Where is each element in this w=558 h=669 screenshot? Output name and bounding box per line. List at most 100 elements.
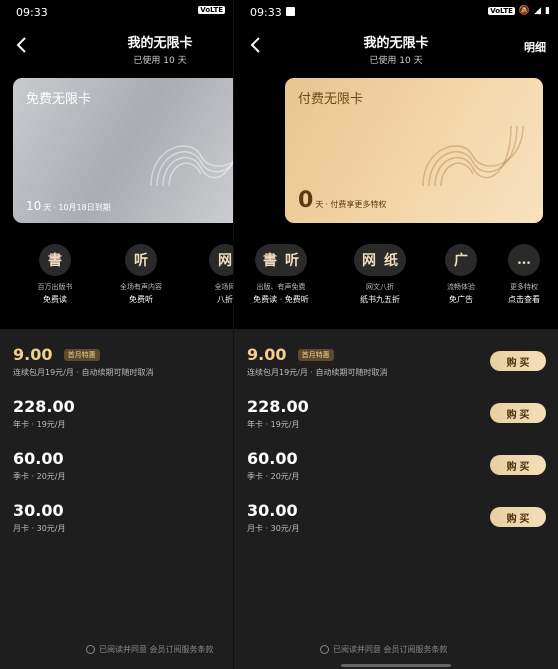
paper-icon: 纸 <box>384 253 398 269</box>
plan-price: 228.00 <box>13 397 75 416</box>
title-block: 我的无限卡 已使用 10 天 <box>296 32 496 66</box>
listen-icon: 听 <box>125 244 157 276</box>
back-button[interactable] <box>12 36 30 54</box>
plans-panel: 9.00 首月特惠 连续包月19元/月 · 自动续期可随时取消 228.00 年… <box>0 329 233 669</box>
page-subtitle: 已使用 10 天 <box>369 56 423 66</box>
plan-item[interactable]: 60.00 季卡 · 20元/月 <box>13 449 221 501</box>
plan-item[interactable]: 228.00 年卡 · 19元/月 购 买 <box>247 397 546 449</box>
book-listen-icon: 書 听 <box>255 244 307 276</box>
benefit-line2: 免费读 <box>43 295 67 304</box>
ad-icon: 广 <box>445 244 477 276</box>
plan-item[interactable]: 9.00 首月特惠 连续包月19元/月 · 自动续期可随时取消 购 买 <box>247 345 546 397</box>
card-days: 0 <box>298 188 314 213</box>
agreement[interactable]: 已阅读并同意 会员订阅服务条款 <box>320 644 448 655</box>
benefits-row: 書 百万出版书 免费读 听 全场有声内容 免费听 网 全场网 八折 <box>0 244 233 314</box>
status-icons: VoLTE <box>198 6 225 14</box>
plan-item[interactable]: 228.00 年卡 · 19元/月 <box>13 397 221 449</box>
plan-desc: 连续包月19元/月 · 自动续期可随时取消 <box>13 368 154 377</box>
plan-badge: 首月特惠 <box>297 349 334 361</box>
card-name: 付费无限卡 <box>298 92 364 107</box>
benefit-line1: 出版、有声免费 <box>256 283 306 291</box>
benefit-line1: 百万出版书 <box>37 283 73 291</box>
plan-price: 9.00 <box>247 345 287 364</box>
agreement-text: 已阅读并同意 会员订阅服务条款 <box>333 645 448 654</box>
benefit-line1: 更多特权 <box>510 283 538 291</box>
plan-price: 30.00 <box>13 501 64 520</box>
agreement-text: 已阅读并同意 会员订阅服务条款 <box>99 645 214 654</box>
plan-item[interactable]: 30.00 月卡 · 30元/月 <box>13 501 221 553</box>
chevron-left-icon <box>250 37 260 53</box>
benefit-item[interactable]: 广 流畅体验 免广告 <box>426 244 496 305</box>
paid-card[interactable]: 付费无限卡 0 天 · 付费享更多特权 <box>285 78 543 223</box>
page-title: 我的无限卡 <box>363 36 429 51</box>
benefit-line1: 全场有声内容 <box>120 283 162 291</box>
title-block: 我的无限卡 已使用 10 天 <box>60 32 233 66</box>
page-subtitle: 已使用 10 天 <box>133 56 187 66</box>
web-icon: 网 <box>209 244 233 276</box>
back-button[interactable] <box>246 36 264 54</box>
plan-item[interactable]: 9.00 首月特惠 连续包月19元/月 · 自动续期可随时取消 <box>13 345 221 397</box>
benefit-item[interactable]: 网 纸 网文八折 纸书九五折 <box>344 244 416 305</box>
plan-desc: 年卡 · 19元/月 <box>13 420 66 429</box>
card-name: 免费无限卡 <box>26 92 92 107</box>
free-card[interactable]: 免费无限卡 10 天 · 10月18日到期 <box>13 78 233 223</box>
left-screen: 09:33 VoLTE 我的无限卡 已使用 10 天 免费无限卡 10 天 · … <box>0 0 233 669</box>
header-area: 09:33 VoLTE 我的无限卡 已使用 10 天 免费无限卡 10 天 · … <box>0 0 233 329</box>
benefits-row: 書 听 出版、有声免费 免费读 · 免费听 网 纸 网文八折 纸书九五折 广 流… <box>234 244 558 314</box>
listen-icon: 听 <box>285 253 299 269</box>
plan-list: 9.00 首月特惠 连续包月19元/月 · 自动续期可随时取消 228.00 年… <box>13 345 221 553</box>
benefit-line1: 网文八折 <box>366 283 394 291</box>
plan-price: 60.00 <box>13 449 64 468</box>
plan-item[interactable]: 60.00 季卡 · 20元/月 购 买 <box>247 449 546 501</box>
book-icon: 書 <box>263 253 277 269</box>
plan-badge: 首月特惠 <box>63 349 100 361</box>
benefit-item[interactable]: … 更多特权 点击查看 <box>489 244 558 305</box>
checkbox-icon[interactable] <box>86 645 95 654</box>
buy-button[interactable]: 购 买 <box>490 507 546 527</box>
benefit-line1: 全场网 <box>214 283 234 291</box>
plan-price: 228.00 <box>247 397 309 416</box>
benefit-line1: 流畅体验 <box>447 283 475 291</box>
book-icon: 書 <box>39 244 71 276</box>
volte-icon: VoLTE <box>198 6 225 14</box>
card-footer: 0 天 · 付费享更多特权 <box>298 188 386 213</box>
home-indicator[interactable] <box>341 664 451 667</box>
plan-price: 9.00 <box>13 345 53 364</box>
card-logo-icon <box>422 125 524 187</box>
benefit-line2: 纸书九五折 <box>360 295 400 304</box>
plan-price: 30.00 <box>247 501 298 520</box>
card-expiry: · 10月18日到期 <box>53 203 111 212</box>
benefit-line2: 免费听 <box>129 295 153 304</box>
benefit-item[interactable]: 書 听 出版、有声免费 免费读 · 免费听 <box>246 244 316 305</box>
buy-button[interactable]: 购 买 <box>490 351 546 371</box>
plan-item[interactable]: 30.00 月卡 · 30元/月 购 买 <box>247 501 546 553</box>
card-footer: 10 天 · 10月18日到期 <box>26 199 111 213</box>
chevron-left-icon <box>16 37 26 53</box>
benefit-line2: 免费读 · 免费听 <box>253 295 309 304</box>
agreement[interactable]: 已阅读并同意 会员订阅服务条款 <box>86 644 214 655</box>
buy-button[interactable]: 购 买 <box>490 403 546 423</box>
web-paper-icon: 网 纸 <box>354 244 406 276</box>
more-icon: … <box>508 244 540 276</box>
benefit-line2: 免广告 <box>449 295 473 304</box>
card-days-unit: 天 <box>43 203 52 212</box>
benefit-line2: 八折 <box>217 295 233 304</box>
image-notification-icon <box>286 7 295 16</box>
buy-button[interactable]: 购 买 <box>490 455 546 475</box>
card-note: · 付费享更多特权 <box>325 200 387 209</box>
card-days: 10 <box>26 199 42 213</box>
benefit-item[interactable]: 网 全场网 八折 <box>190 244 233 305</box>
battery-icon: ▮ <box>545 6 550 16</box>
benefit-item[interactable]: 听 全场有声内容 免费听 <box>106 244 176 305</box>
status-time: 09:33 <box>250 6 282 19</box>
mute-icon: 🔕 <box>518 6 531 16</box>
plan-desc: 月卡 · 30元/月 <box>13 524 66 533</box>
card-logo-icon <box>150 145 233 187</box>
right-screen: 09:33 VoLTE 🔕 ◢ ▮ 我的无限卡 已使用 10 天 明细 付费无限… <box>233 0 558 669</box>
status-icons: VoLTE 🔕 ◢ ▮ <box>488 6 550 16</box>
plans-panel: 9.00 首月特惠 连续包月19元/月 · 自动续期可随时取消 购 买 228.… <box>234 329 558 669</box>
detail-button[interactable]: 明细 <box>524 39 546 55</box>
web-icon: 网 <box>362 253 376 269</box>
checkbox-icon[interactable] <box>320 645 329 654</box>
benefit-item[interactable]: 書 百万出版书 免费读 <box>20 244 90 305</box>
